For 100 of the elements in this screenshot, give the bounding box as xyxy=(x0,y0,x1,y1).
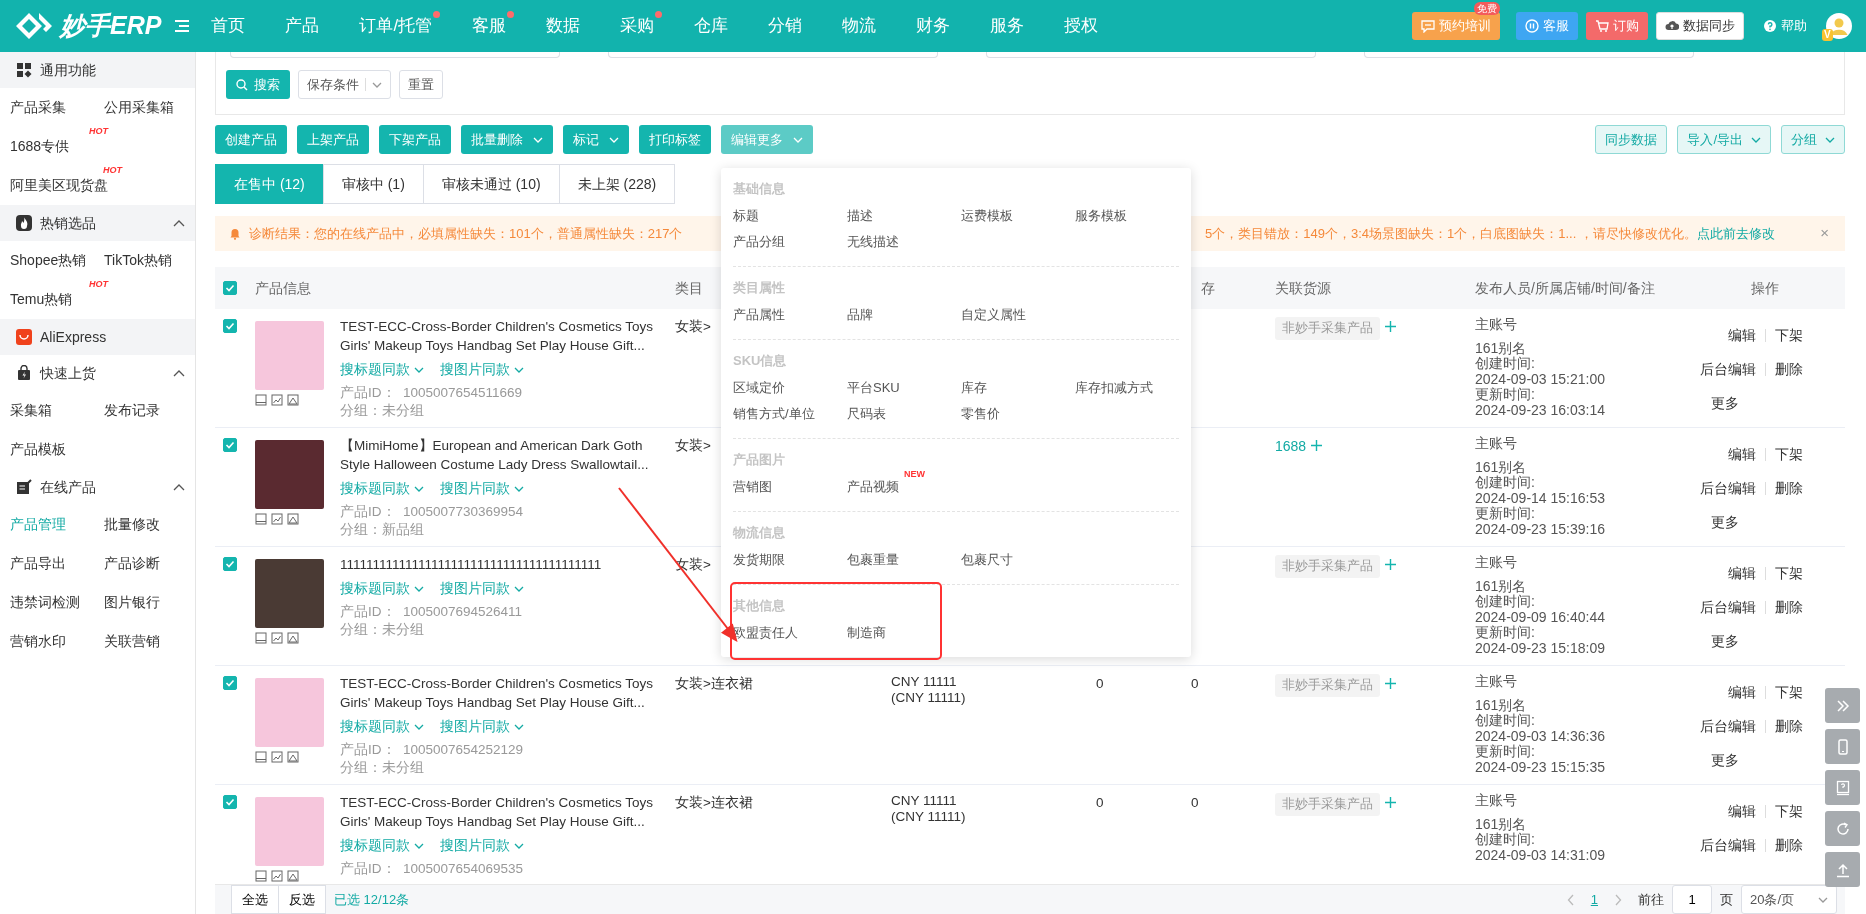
mountain-icon[interactable] xyxy=(287,513,299,525)
sidebar-link[interactable]: 批量修改 xyxy=(94,514,188,535)
tool-button[interactable] xyxy=(1825,688,1860,723)
menu-item[interactable]: 尺码表 xyxy=(847,402,886,426)
reset-button[interactable]: 重置 xyxy=(399,70,443,99)
action-link[interactable]: 后台编辑 xyxy=(1699,835,1756,856)
menu-item[interactable]: 品牌 xyxy=(847,303,873,327)
tablet-icon[interactable] xyxy=(255,870,267,882)
sidebar-link[interactable]: 产品采集 xyxy=(0,97,94,118)
prev-icon[interactable] xyxy=(1566,893,1575,906)
menu-item[interactable]: 产品视频 xyxy=(847,475,899,499)
sidebar-section-header[interactable]: 通用功能 xyxy=(0,52,195,88)
action-link[interactable]: 下架 xyxy=(1774,325,1803,346)
tab[interactable]: 审核中 (1) xyxy=(322,164,424,204)
image-icon[interactable] xyxy=(271,394,283,406)
action-link[interactable]: 删除 xyxy=(1774,716,1803,737)
action-link[interactable]: 删除 xyxy=(1774,597,1803,618)
sidebar-link[interactable]: 产品模板 xyxy=(0,439,94,460)
menu-item[interactable]: 产品分组 xyxy=(733,230,785,254)
sidebar-link[interactable]: Shopee热销 xyxy=(0,250,94,271)
action-link[interactable]: 删除 xyxy=(1774,835,1803,856)
input-field[interactable] xyxy=(986,52,1316,58)
sidebar-section-header[interactable]: 快速上货 xyxy=(0,355,195,391)
menu-item[interactable]: 服务模板 xyxy=(1075,204,1127,228)
sidebar-section-header[interactable]: 在线产品 xyxy=(0,469,195,505)
next-icon[interactable] xyxy=(1614,893,1622,906)
tool-button[interactable] xyxy=(1825,852,1860,887)
row-checkbox[interactable] xyxy=(223,795,237,809)
action-link[interactable]: 后台编辑 xyxy=(1699,359,1756,380)
input-field[interactable] xyxy=(230,52,560,58)
sidebar-link[interactable]: 1688专供 xyxy=(0,136,94,157)
action-link[interactable]: 删除 xyxy=(1774,359,1803,380)
menu-item[interactable]: 自定义属性 xyxy=(961,303,1026,327)
sidebar-link[interactable]: 产品导出 xyxy=(0,553,94,574)
row-checkbox[interactable] xyxy=(223,319,237,333)
menu-item[interactable]: 产品属性 xyxy=(733,303,785,327)
menu-item[interactable]: 平台SKU xyxy=(847,376,900,400)
sidebar-link[interactable]: 采集箱 xyxy=(0,400,94,421)
tool-button[interactable] xyxy=(1825,811,1860,846)
menu-item[interactable]: 库存 xyxy=(961,376,987,400)
row-checkbox[interactable] xyxy=(223,438,237,452)
sidebar-link[interactable]: 发布记录 xyxy=(94,400,188,421)
tab[interactable]: 审核未通过 (10) xyxy=(422,164,560,204)
menu-item[interactable]: 无线描述 xyxy=(847,230,899,254)
menu-item[interactable]: 制造商 xyxy=(847,621,886,645)
menu-item[interactable]: 零售价 xyxy=(961,402,1000,426)
action-link[interactable]: 更多 xyxy=(1711,750,1740,771)
page-input[interactable]: 1 xyxy=(1672,885,1712,914)
tab[interactable]: 未上架 (228) xyxy=(558,164,676,204)
tablet-icon[interactable] xyxy=(255,751,267,763)
menu-item[interactable]: 包裹尺寸 xyxy=(961,548,1013,572)
menu-item[interactable]: 发货期限 xyxy=(733,548,785,572)
menu-item[interactable]: 销售方式/单位 xyxy=(733,402,815,426)
plus-icon[interactable] xyxy=(1384,320,1397,333)
save-condition-select[interactable]: 保存条件 xyxy=(298,70,391,99)
action-link[interactable]: 编辑 xyxy=(1727,444,1756,465)
sidebar-link[interactable]: 关联营销 xyxy=(94,631,188,652)
select-all-button[interactable]: 全选 xyxy=(231,885,279,914)
action-link[interactable]: 后台编辑 xyxy=(1699,716,1756,737)
mountain-icon[interactable] xyxy=(287,751,299,763)
row-checkbox[interactable] xyxy=(223,557,237,571)
sidebar-link[interactable]: TikTok热销 xyxy=(94,250,188,271)
tool-button[interactable] xyxy=(1825,729,1860,764)
row-checkbox[interactable] xyxy=(223,676,237,690)
tool-button[interactable] xyxy=(1825,770,1860,805)
action-link[interactable]: 删除 xyxy=(1774,478,1803,499)
mountain-icon[interactable] xyxy=(287,870,299,882)
sync-button[interactable]: 数据同步 xyxy=(1656,12,1744,40)
sidebar-link[interactable]: 违禁词检测 xyxy=(0,592,94,613)
mountain-icon[interactable] xyxy=(287,632,299,644)
action-link[interactable]: 编辑 xyxy=(1727,801,1756,822)
menu-icon[interactable] xyxy=(175,20,190,32)
invert-selection-button[interactable]: 反选 xyxy=(278,885,326,914)
tablet-icon[interactable] xyxy=(255,513,267,525)
plus-icon[interactable] xyxy=(1384,677,1397,690)
action-link[interactable]: 下架 xyxy=(1774,444,1803,465)
action-link[interactable]: 下架 xyxy=(1774,682,1803,703)
chevron-icon[interactable] xyxy=(173,219,185,227)
tablet-icon[interactable] xyxy=(255,632,267,644)
sidebar-link[interactable]: 营销水印 xyxy=(0,631,94,652)
sidebar-link[interactable]: 公用采集箱 xyxy=(94,97,188,118)
image-icon[interactable] xyxy=(271,870,283,882)
sidebar-link[interactable]: 阿里美区现货盘 xyxy=(0,175,108,196)
action-link[interactable]: 编辑 xyxy=(1727,682,1756,703)
image-icon[interactable] xyxy=(271,632,283,644)
image-icon[interactable] xyxy=(271,751,283,763)
tablet-icon[interactable] xyxy=(255,394,267,406)
image-icon[interactable] xyxy=(271,513,283,525)
menu-item[interactable]: 营销图 xyxy=(733,475,772,499)
chevron-icon[interactable] xyxy=(173,369,185,377)
sidebar-section-header[interactable]: 热销选品 xyxy=(0,205,195,241)
plus-icon[interactable] xyxy=(1310,439,1324,452)
menu-item[interactable]: 描述 xyxy=(847,204,873,228)
action-link[interactable]: 编辑 xyxy=(1727,325,1756,346)
input-field[interactable] xyxy=(1364,52,1694,58)
sidebar-section-header[interactable]: AliExpress xyxy=(0,319,195,355)
sidebar-link[interactable]: 产品诊断 xyxy=(94,553,188,574)
page-size-select[interactable]: 20条/页 xyxy=(1741,885,1837,914)
menu-item[interactable]: 包裹重量 xyxy=(847,548,899,572)
action-link[interactable]: 编辑 xyxy=(1727,563,1756,584)
